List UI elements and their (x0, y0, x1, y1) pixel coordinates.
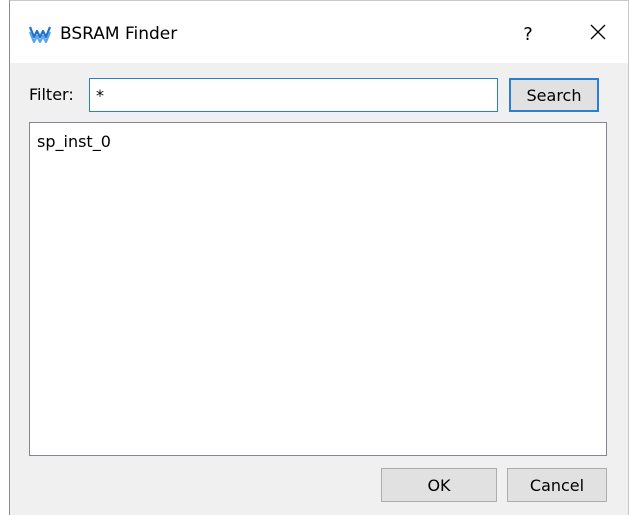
bsram-finder-dialog: BSRAM Finder ? Filter: Search sp_inst_0 … (9, 0, 629, 515)
list-item[interactable]: sp_inst_0 (30, 123, 606, 153)
help-button[interactable]: ? (505, 15, 551, 53)
help-label: ? (523, 23, 533, 45)
filter-label: Filter: (29, 85, 74, 104)
search-button[interactable]: Search (509, 78, 599, 112)
gowin-logo-icon (28, 25, 52, 44)
result-list[interactable]: sp_inst_0 (29, 122, 607, 456)
close-icon (590, 24, 606, 44)
title-bar: BSRAM Finder ? (10, 1, 628, 63)
close-button[interactable] (575, 15, 621, 53)
ok-button[interactable]: OK (381, 468, 497, 502)
cancel-button[interactable]: Cancel (507, 468, 607, 502)
window-title: BSRAM Finder (60, 24, 178, 44)
filter-input[interactable] (89, 78, 498, 112)
